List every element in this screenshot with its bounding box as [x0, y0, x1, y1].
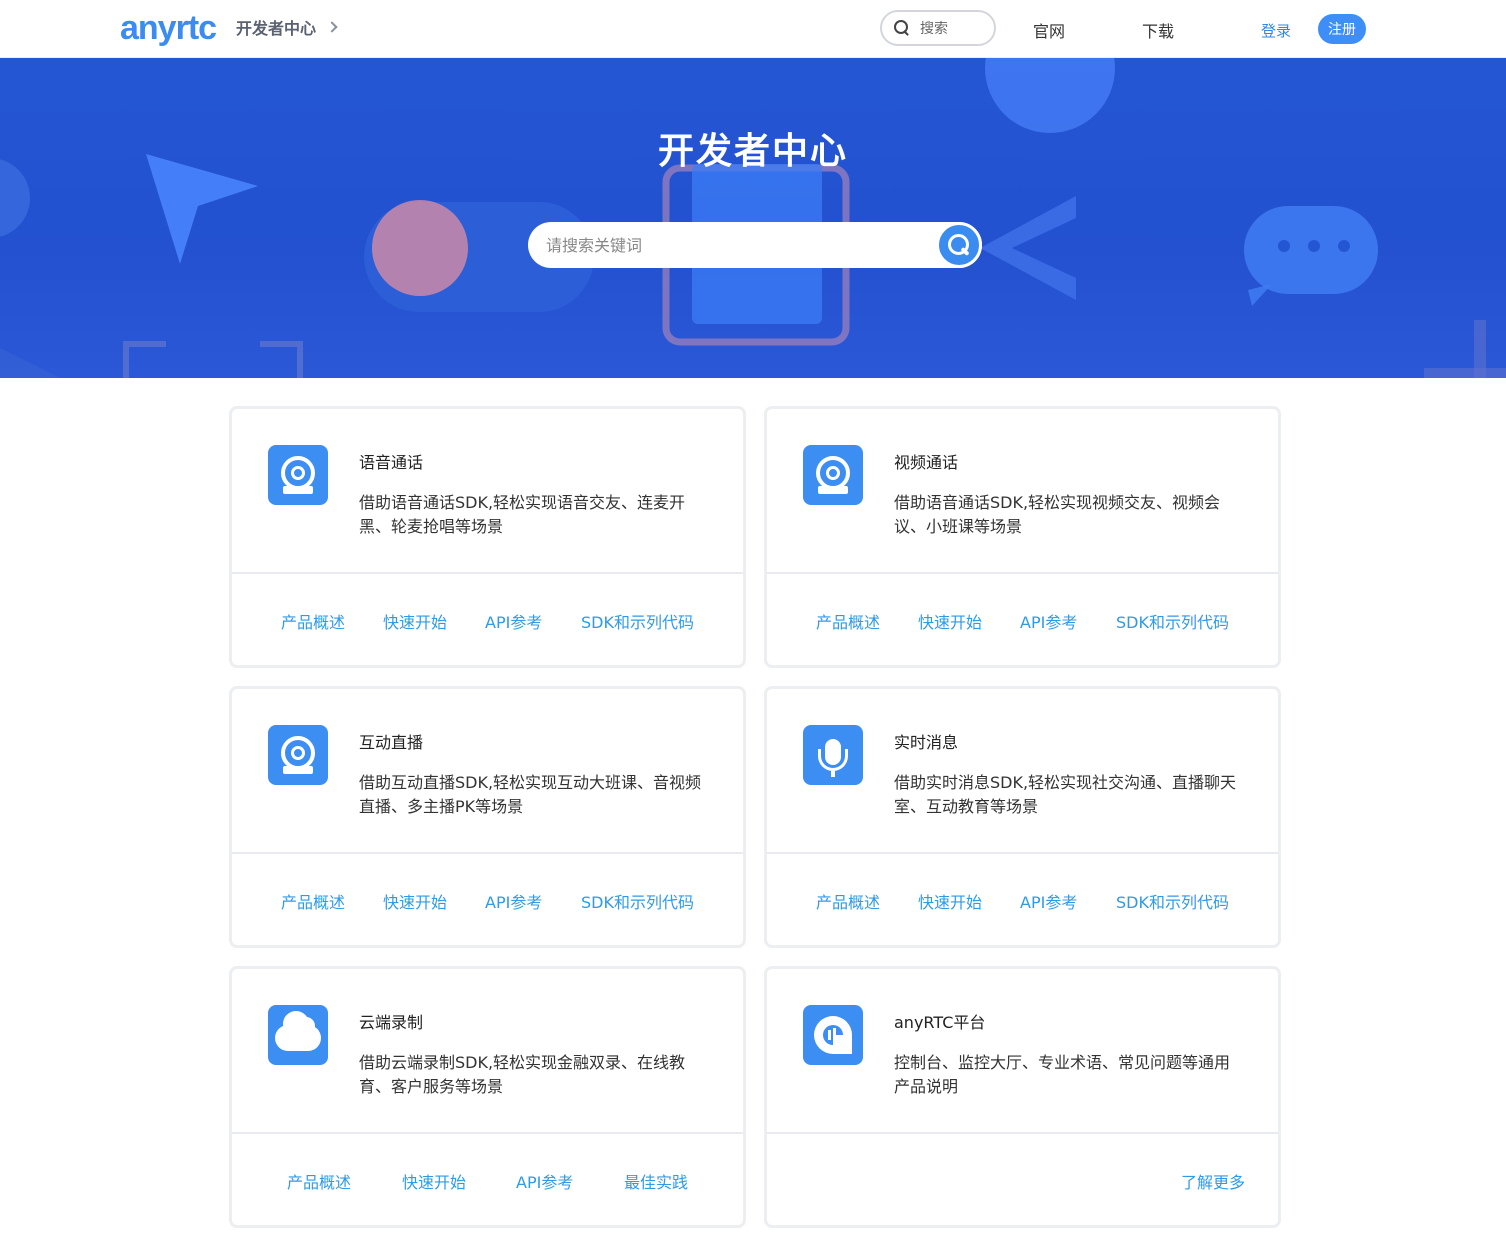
card-link-learn-more[interactable]: 了解更多: [1181, 1169, 1245, 1193]
top-search-box[interactable]: 搜索: [880, 10, 996, 46]
card-divider: [767, 852, 1278, 854]
product-card-video-call: 视频通话 借助语音通话SDK,轻松实现视频交友、视频会议、小班课等场景 产品概述…: [764, 406, 1281, 668]
microphone-icon: [803, 725, 863, 785]
chevron-right-icon: [326, 21, 338, 33]
search-icon: [894, 20, 910, 36]
hero-banner: 开发者中心: [0, 58, 1506, 378]
top-navigation-bar: anyrtc 开发者中心 搜索 官网 下载 登录 注册: [0, 0, 1506, 58]
card-link-api[interactable]: API参考: [516, 1169, 573, 1193]
card-divider: [767, 572, 1278, 574]
search-icon: [948, 234, 970, 256]
camera-icon: [268, 445, 328, 505]
card-title[interactable]: 云端录制: [359, 1009, 423, 1033]
register-button[interactable]: 注册: [1318, 14, 1366, 44]
card-divider: [232, 852, 743, 854]
platform-icon: [803, 1005, 863, 1065]
hero-title: 开发者中心: [657, 131, 848, 172]
card-link-overview[interactable]: 产品概述: [287, 1169, 351, 1193]
product-card-cloud-recording: 云端录制 借助云端录制SDK,轻松实现金融双录、在线教育、客户服务等场景 产品概…: [229, 966, 746, 1228]
camera-icon: [803, 445, 863, 505]
card-description: 控制台、监控大厅、专业术语、常见问题等通用产品说明: [894, 1053, 1231, 1096]
card-divider: [232, 572, 743, 574]
card-link-overview[interactable]: 产品概述: [816, 609, 880, 633]
card-title[interactable]: 语音通话: [359, 449, 423, 473]
hero-search-input[interactable]: [528, 222, 938, 268]
card-link-overview[interactable]: 产品概述: [816, 889, 880, 913]
nav-link-official-site[interactable]: 官网: [1033, 18, 1065, 42]
card-link-best-practice[interactable]: 最佳实践: [624, 1169, 688, 1193]
login-link[interactable]: 登录: [1261, 20, 1291, 41]
card-title[interactable]: anyRTC平台: [894, 1009, 985, 1033]
card-description: 借助互动直播SDK,轻松实现互动大班课、音视频直播、多主播PK等场景: [359, 773, 702, 816]
card-link-quickstart[interactable]: 快速开始: [918, 609, 982, 633]
anyrtc-logo[interactable]: anyrtc: [120, 9, 217, 47]
card-link-overview[interactable]: 产品概述: [281, 889, 345, 913]
card-link-overview[interactable]: 产品概述: [281, 609, 345, 633]
card-divider: [767, 1132, 1278, 1134]
card-link-api[interactable]: API参考: [485, 609, 542, 633]
camera-icon: [268, 725, 328, 785]
card-link-quickstart[interactable]: 快速开始: [383, 889, 447, 913]
card-title[interactable]: 实时消息: [894, 729, 958, 753]
card-link-sdk[interactable]: SDK和示列代码: [1116, 889, 1229, 913]
product-card-live-streaming: 互动直播 借助互动直播SDK,轻松实现互动大班课、音视频直播、多主播PK等场景 …: [229, 686, 746, 948]
card-link-api[interactable]: API参考: [485, 889, 542, 913]
hero-search-box: [528, 222, 982, 268]
logo-text: anyrtc: [120, 9, 217, 47]
card-link-quickstart[interactable]: 快速开始: [402, 1169, 466, 1193]
card-link-sdk[interactable]: SDK和示列代码: [581, 889, 694, 913]
card-title[interactable]: 视频通话: [894, 449, 958, 473]
cloud-icon: [268, 1005, 328, 1065]
card-description: 借助语音通话SDK,轻松实现语音交友、连麦开黑、轮麦抢唱等场景: [359, 493, 686, 536]
card-description: 借助实时消息SDK,轻松实现社交沟通、直播聊天室、互动教育等场景: [894, 773, 1237, 816]
section-label: 开发者中心: [236, 19, 317, 38]
section-breadcrumb[interactable]: 开发者中心: [236, 15, 338, 39]
top-search-placeholder: 搜索: [920, 21, 948, 37]
card-description: 借助语音通话SDK,轻松实现视频交友、视频会议、小班课等场景: [894, 493, 1221, 536]
product-card-voice-call: 语音通话 借助语音通话SDK,轻松实现语音交友、连麦开黑、轮麦抢唱等场景 产品概…: [229, 406, 746, 668]
card-link-sdk[interactable]: SDK和示列代码: [1116, 609, 1229, 633]
card-link-quickstart[interactable]: 快速开始: [383, 609, 447, 633]
card-link-api[interactable]: API参考: [1020, 889, 1077, 913]
card-link-api[interactable]: API参考: [1020, 609, 1077, 633]
product-card-anyrtc-platform: anyRTC平台 控制台、监控大厅、专业术语、常见问题等通用产品说明 了解更多: [764, 966, 1281, 1228]
card-description: 借助云端录制SDK,轻松实现金融双录、在线教育、客户服务等场景: [359, 1053, 686, 1096]
card-link-sdk[interactable]: SDK和示列代码: [581, 609, 694, 633]
product-card-realtime-messaging: 实时消息 借助实时消息SDK,轻松实现社交沟通、直播聊天室、互动教育等场景 产品…: [764, 686, 1281, 948]
banner-decoration-graphic: [0, 58, 1506, 378]
hero-search-button[interactable]: [936, 222, 982, 268]
card-link-quickstart[interactable]: 快速开始: [918, 889, 982, 913]
card-divider: [232, 1132, 743, 1134]
card-title[interactable]: 互动直播: [359, 729, 423, 753]
nav-link-download[interactable]: 下载: [1142, 18, 1174, 42]
